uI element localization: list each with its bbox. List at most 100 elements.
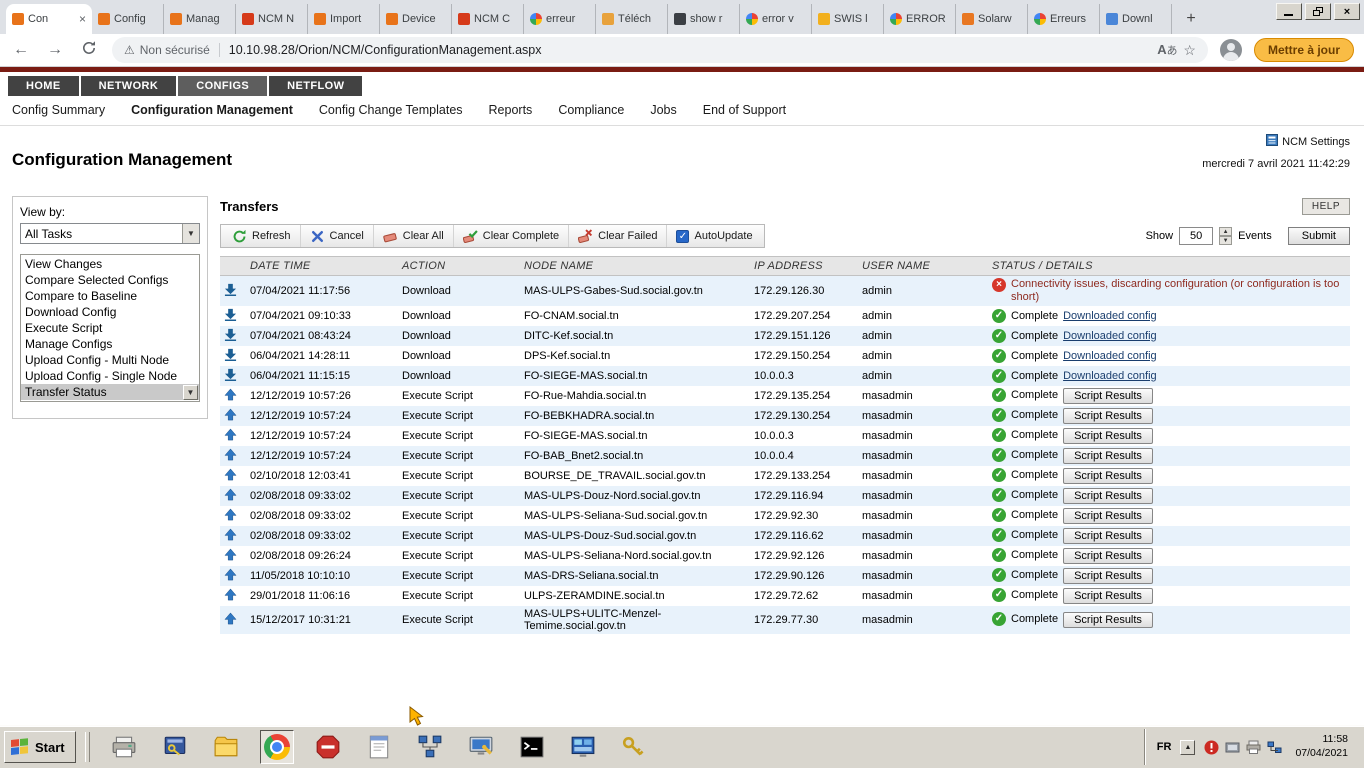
column-ip-address[interactable]: IP ADDRESS (750, 256, 858, 276)
task-item-transfer-status[interactable]: Transfer Status (21, 384, 199, 400)
security-console-button[interactable] (158, 730, 192, 764)
browser-tab[interactable]: Con × (6, 4, 92, 34)
reload-button[interactable] (78, 40, 100, 61)
submit-button[interactable]: Submit (1287, 227, 1350, 245)
browser-tab[interactable]: ERROR (884, 4, 956, 34)
browser-tab[interactable]: NCM N (236, 4, 308, 34)
restore-button[interactable] (1305, 3, 1331, 20)
cmd-button[interactable] (515, 730, 549, 764)
printer-button[interactable] (107, 730, 141, 764)
browser-tab[interactable]: Erreurs (1028, 4, 1100, 34)
script-results-button[interactable]: Script Results (1063, 448, 1153, 464)
clear-failed-button[interactable]: Clear Failed (569, 225, 668, 247)
column-status-details[interactable]: STATUS / DETAILS (988, 256, 1350, 276)
nav-tab-configs[interactable]: CONFIGS (178, 76, 268, 96)
browser-tab[interactable]: Downl (1100, 4, 1172, 34)
subnav-config-change-templates[interactable]: Config Change Templates (319, 103, 463, 117)
printer-tray-icon[interactable] (1246, 740, 1261, 755)
task-item-manage-configs[interactable]: Manage Configs (21, 336, 199, 352)
tab-close-icon[interactable]: × (79, 12, 86, 26)
address-bar[interactable]: ⚠ Non sécurisé 10.10.98.28/Orion/NCM/Con… (112, 37, 1208, 63)
view-by-select[interactable]: All Tasks ▼ (20, 223, 200, 244)
script-results-button[interactable]: Script Results (1063, 588, 1153, 604)
script-results-button[interactable]: Script Results (1063, 408, 1153, 424)
system-monitor-button[interactable] (566, 730, 600, 764)
chrome-button[interactable] (259, 730, 294, 764)
task-item-download-config[interactable]: Download Config (21, 304, 199, 320)
profile-avatar[interactable] (1219, 39, 1242, 61)
show-events-input[interactable] (1179, 227, 1214, 245)
browser-tab[interactable]: SWIS l (812, 4, 884, 34)
quick-launch-handle[interactable] (84, 732, 90, 762)
task-item-upload-config-multi-node[interactable]: Upload Config - Multi Node (21, 352, 199, 368)
task-item-compare-to-baseline[interactable]: Compare to Baseline (21, 288, 199, 304)
nav-tab-network[interactable]: NETWORK (80, 76, 177, 96)
clear-complete-button[interactable]: Clear Complete (454, 225, 570, 247)
events-spinner[interactable]: ▲ ▼ (1219, 227, 1233, 245)
browser-tab[interactable]: NCM C (452, 4, 524, 34)
script-results-button[interactable]: Script Results (1063, 388, 1153, 404)
browser-tab[interactable]: Device (380, 4, 452, 34)
keys-button[interactable] (617, 730, 651, 764)
close-button[interactable]: × (1334, 3, 1360, 20)
script-results-button[interactable]: Script Results (1063, 612, 1153, 628)
browser-tab[interactable]: Config (92, 4, 164, 34)
subnav-configuration-management[interactable]: Configuration Management (131, 103, 293, 117)
subnav-compliance[interactable]: Compliance (558, 103, 624, 117)
spinner-down-icon[interactable]: ▼ (1219, 236, 1233, 245)
translate-icon[interactable]: Aあ (1157, 42, 1177, 58)
chrome-update-button[interactable]: Mettre à jour (1253, 38, 1354, 62)
security-indicator[interactable]: ⚠ Non sécurisé (124, 43, 210, 57)
downloaded-config-link[interactable]: Downloaded config (1063, 349, 1157, 364)
downloaded-config-link[interactable]: Downloaded config (1063, 329, 1157, 344)
spinner-up-icon[interactable]: ▲ (1219, 227, 1233, 236)
script-results-button[interactable]: Script Results (1063, 488, 1153, 504)
browser-tab[interactable]: Téléch (596, 4, 668, 34)
taskbar-clock[interactable]: 11:58 07/04/2021 (1291, 733, 1348, 760)
clear-all-button[interactable]: Clear All (374, 225, 454, 247)
cancel-button[interactable]: Cancel (301, 225, 374, 247)
autoupdate-toggle[interactable]: ✓ AutoUpdate (667, 225, 761, 247)
language-indicator[interactable]: FR (1157, 741, 1172, 753)
subnav-end-of-support[interactable]: End of Support (703, 103, 786, 117)
downloaded-config-link[interactable]: Downloaded config (1063, 369, 1157, 384)
back-button[interactable]: ← (10, 41, 32, 59)
forward-button[interactable]: → (44, 41, 66, 59)
script-results-button[interactable]: Script Results (1063, 568, 1153, 584)
browser-tab[interactable]: erreur (524, 4, 596, 34)
browser-tab[interactable]: show r (668, 4, 740, 34)
script-results-button[interactable]: Script Results (1063, 548, 1153, 564)
browser-tab[interactable]: Import (308, 4, 380, 34)
browser-tab[interactable]: Manag (164, 4, 236, 34)
task-item-compare-selected-configs[interactable]: Compare Selected Configs (21, 272, 199, 288)
task-item-view-changes[interactable]: View Changes (21, 256, 199, 272)
column-user-name[interactable]: USER NAME (858, 256, 988, 276)
column-action[interactable]: ACTION (398, 256, 520, 276)
refresh-button[interactable]: Refresh (223, 225, 301, 247)
task-item-execute-script[interactable]: Execute Script (21, 320, 199, 336)
script-results-button[interactable]: Script Results (1063, 468, 1153, 484)
network-tray-icon[interactable] (1267, 740, 1282, 755)
alert-icon[interactable] (1204, 740, 1219, 755)
column-date-time[interactable]: DATE TIME (246, 256, 398, 276)
stop-button[interactable] (311, 730, 345, 764)
browser-tab[interactable]: error v (740, 4, 812, 34)
new-tab-button[interactable]: + (1178, 6, 1204, 32)
subnav-jobs[interactable]: Jobs (650, 103, 676, 117)
device-manager-button[interactable] (464, 730, 498, 764)
folder-button[interactable] (209, 730, 243, 764)
listbox-scroll-down-icon[interactable]: ▼ (183, 385, 198, 400)
nav-tab-home[interactable]: HOME (8, 76, 79, 96)
column-node-name[interactable]: NODE NAME (520, 256, 750, 276)
autoupdate-checkbox[interactable]: ✓ (676, 229, 690, 243)
bookmark-star-icon[interactable]: ☆ (1183, 42, 1196, 59)
subnav-config-summary[interactable]: Config Summary (12, 103, 105, 117)
dropdown-arrow-icon[interactable]: ▼ (182, 224, 199, 243)
script-results-button[interactable]: Script Results (1063, 428, 1153, 444)
task-item-upload-config-single-node[interactable]: Upload Config - Single Node (21, 368, 199, 384)
minimize-button[interactable] (1276, 3, 1302, 20)
device-icon[interactable] (1225, 740, 1240, 755)
show-hidden-icons-button[interactable]: ▲ (1180, 739, 1196, 755)
nav-tab-netflow[interactable]: NETFLOW (269, 76, 363, 96)
script-results-button[interactable]: Script Results (1063, 528, 1153, 544)
